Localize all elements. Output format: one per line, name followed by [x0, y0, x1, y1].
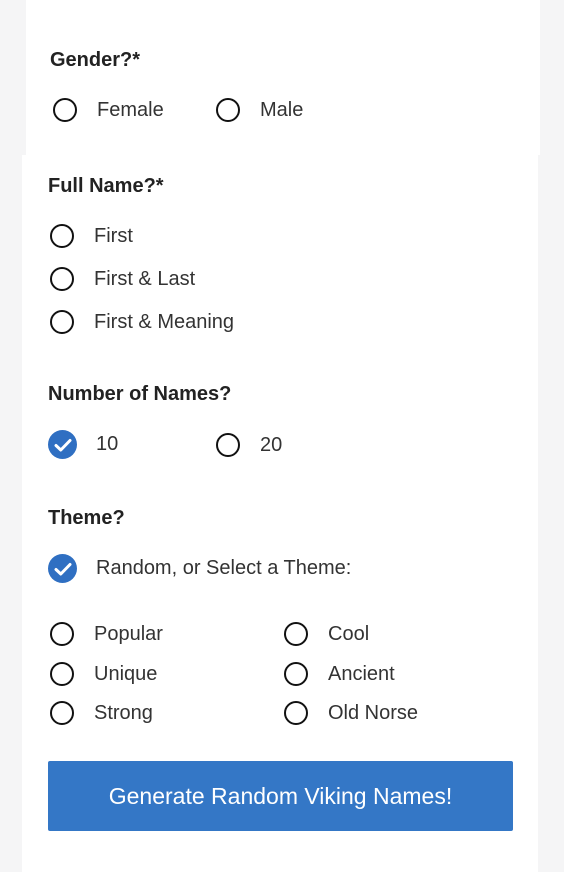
theme-label: Theme? — [48, 507, 125, 529]
option-label: Strong — [94, 701, 153, 724]
radio-unchecked-icon[interactable] — [216, 98, 240, 122]
option-label: First & Last — [94, 267, 196, 290]
number-20-option[interactable]: 20 — [216, 433, 282, 457]
gender-male-option[interactable]: Male — [216, 98, 303, 122]
radio-unchecked-icon[interactable] — [50, 622, 74, 646]
option-label: Popular — [94, 622, 163, 645]
generate-names-button[interactable]: Generate Random Viking Names! — [48, 761, 513, 831]
option-label: Cool — [328, 622, 370, 645]
radio-unchecked-icon[interactable] — [284, 701, 308, 725]
gender-label: Gender?* — [50, 49, 141, 71]
radio-unchecked-icon[interactable] — [284, 622, 308, 646]
option-label: Female — [97, 98, 164, 121]
option-label: Unique — [94, 662, 158, 685]
radio-unchecked-icon[interactable] — [216, 433, 240, 457]
number-of-names-label: Number of Names? — [48, 383, 232, 405]
option-label: Male — [260, 98, 304, 121]
theme-unique-option[interactable]: Unique — [50, 662, 157, 686]
full-name-label: Full Name?* — [48, 175, 164, 197]
radio-unchecked-icon[interactable] — [50, 662, 74, 686]
radio-unchecked-icon[interactable] — [53, 98, 77, 122]
gender-panel — [26, 0, 540, 155]
radio-unchecked-icon[interactable] — [50, 701, 74, 725]
theme-ancient-option[interactable]: Ancient — [284, 662, 395, 686]
theme-strong-option[interactable]: Strong — [50, 701, 153, 725]
option-label: Old Norse — [328, 701, 419, 724]
full-name-first-option[interactable]: First — [50, 224, 133, 248]
checkmark-icon[interactable] — [48, 430, 77, 459]
option-label: Random, or Select a Theme: — [96, 557, 352, 579]
radio-unchecked-icon[interactable] — [284, 662, 308, 686]
option-label: 10 — [96, 433, 119, 455]
checkmark-icon[interactable] — [48, 554, 77, 583]
option-label: Ancient — [328, 662, 395, 685]
option-label: First & Meaning — [94, 310, 235, 333]
theme-cool-option[interactable]: Cool — [284, 622, 369, 646]
theme-random-option[interactable]: Random, or Select a Theme: — [48, 554, 351, 583]
option-label: First — [94, 224, 133, 247]
radio-unchecked-icon[interactable] — [50, 310, 74, 334]
radio-unchecked-icon[interactable] — [50, 267, 74, 291]
number-10-option[interactable]: 10 — [48, 430, 118, 459]
full-name-first-meaning-option[interactable]: First & Meaning — [50, 310, 234, 334]
full-name-first-last-option[interactable]: First & Last — [50, 267, 195, 291]
option-label: 20 — [260, 433, 283, 456]
radio-unchecked-icon[interactable] — [50, 224, 74, 248]
theme-popular-option[interactable]: Popular — [50, 622, 163, 646]
gender-female-option[interactable]: Female — [53, 98, 164, 122]
theme-old-norse-option[interactable]: Old Norse — [284, 701, 418, 725]
